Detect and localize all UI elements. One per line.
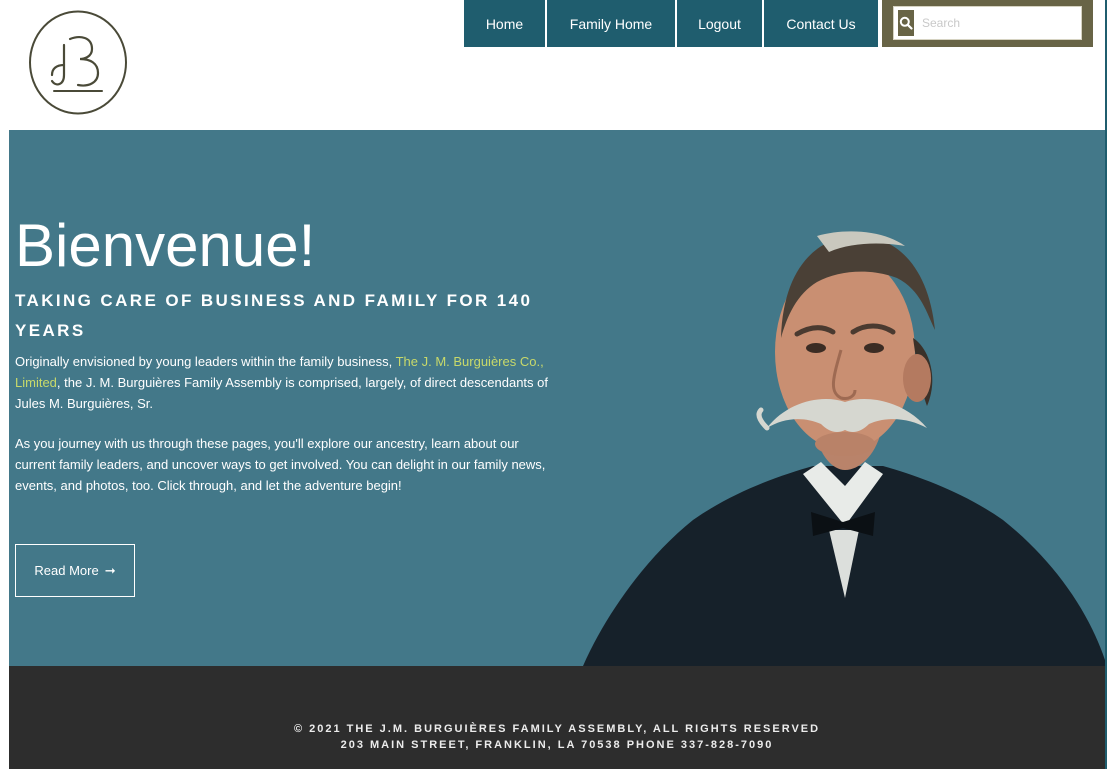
search-icon	[899, 16, 913, 30]
search-input[interactable]	[914, 8, 1077, 38]
hero-title: Bienvenue!	[15, 212, 316, 279]
journey-paragraph: As you journey with us through these pag…	[15, 436, 546, 493]
read-more-label: Read More	[34, 563, 99, 578]
nav-home[interactable]: Home	[464, 0, 545, 47]
address-text: 203 MAIN STREET, FRANKLIN, LA 70538 PHON…	[340, 739, 774, 751]
jb-monogram-logo[interactable]	[28, 9, 128, 116]
nav-contact-us[interactable]: Contact Us	[764, 0, 878, 47]
search-button[interactable]	[898, 10, 914, 36]
nav-family-home[interactable]: Family Home	[547, 0, 675, 47]
copyright-text: © 2021 THE J.M. BURGUIÈRES FAMILY ASSEMB…	[293, 723, 821, 735]
read-more-button[interactable]: Read More ➞	[15, 544, 135, 597]
site-footer: © 2021 THE J.M. BURGUIÈRES FAMILY ASSEMB…	[9, 666, 1105, 769]
arrow-right-icon: ➞	[104, 562, 116, 578]
founder-portrait	[583, 231, 1105, 666]
intro-text-end: , the J. M. Burguières Family Assembly i…	[15, 375, 548, 411]
page: Home Family Home Logout Contact Us Bienv…	[0, 0, 1107, 769]
intro-paragraph: Originally envisioned by young leaders w…	[15, 351, 555, 414]
hero-subtitle: TAKING CARE OF BUSINESS AND FAMILY FOR 1…	[15, 291, 533, 340]
main-nav: Home Family Home Logout Contact Us	[464, 0, 878, 47]
hero-banner: Bienvenue! TAKING CARE OF BUSINESS AND F…	[9, 130, 1105, 666]
intro-text-start: Originally envisioned by young leaders w…	[15, 354, 396, 369]
search-bar	[882, 0, 1093, 47]
nav-logout[interactable]: Logout	[677, 0, 762, 47]
search-field-wrapper	[893, 6, 1082, 40]
site-header: Home Family Home Logout Contact Us	[0, 0, 1107, 130]
